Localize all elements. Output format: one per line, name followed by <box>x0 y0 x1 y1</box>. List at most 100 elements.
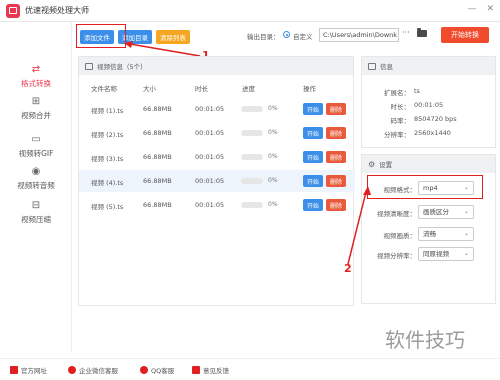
row-delete-button[interactable]: 删除 <box>326 175 346 187</box>
settings-panel-header: ⚙ 设置 <box>362 155 495 173</box>
progress-percent: 0% <box>268 105 278 112</box>
file-list-panel: 视频信息（5个） 文件名称 大小 时长 进度 操作 视频 (1).ts 66.8… <box>78 56 355 306</box>
info-panel-header: 信息 <box>362 57 495 75</box>
info-panel-title: 信息 <box>380 63 393 71</box>
video-quality-select[interactable]: 画质区分 ⌄ <box>418 205 474 219</box>
file-duration: 00:01:05 <box>195 105 225 113</box>
sidebar-item-gif[interactable]: ▭ 视频转GIF <box>0 130 72 164</box>
audio-icon: ◉ <box>31 166 41 177</box>
settings-panel-title: 设置 <box>379 161 393 169</box>
file-name: 视频 (3).ts <box>91 155 124 163</box>
row-delete-button[interactable]: 删除 <box>326 127 346 139</box>
gif-icon: ▭ <box>31 134 41 145</box>
file-size: 66.88MB <box>143 129 172 137</box>
footer-label: 意见反馈 <box>203 367 229 375</box>
app-logo-icon <box>6 3 20 18</box>
minimize-icon[interactable]: — <box>467 4 476 14</box>
custom-radio-label: 自定义 <box>293 33 313 41</box>
info-key: 时长： <box>390 103 411 111</box>
sidebar-item-label: 视频转GIF <box>18 149 54 158</box>
window-controls: — ✕ <box>467 4 494 14</box>
column-header-progress: 进度 <box>242 85 255 93</box>
select-value: 同原视频 <box>423 250 449 258</box>
footer-label: QQ客服 <box>151 367 175 375</box>
file-duration: 00:01:05 <box>195 153 225 161</box>
feedback-icon <box>192 366 200 374</box>
footer-label: 企业微信客服 <box>79 367 118 375</box>
folder-icon[interactable] <box>417 28 427 37</box>
progress-percent: 0% <box>268 129 278 136</box>
info-key: 分辨率： <box>384 131 410 139</box>
table-row[interactable]: 视频 (2).ts 66.88MB 00:01:05 0% 开始 删除 <box>79 122 355 144</box>
sidebar-item-label: 视频转音频 <box>17 181 55 190</box>
sidebar: ⇄ 格式转换 ⊞ 视频合并 ▭ 视频转GIF ◉ 视频转音频 ⊟ 视频压缩 <box>0 22 72 352</box>
footer-wechat-service[interactable]: 企业微信客服 <box>68 365 118 375</box>
annotation-box-2 <box>367 175 483 199</box>
table-row[interactable]: 视频 (3).ts 66.88MB 00:01:05 0% 开始 删除 <box>79 146 355 168</box>
sidebar-item-merge[interactable]: ⊞ 视频合并 <box>0 92 72 126</box>
file-duration: 00:01:05 <box>195 201 225 209</box>
progress-bar <box>241 178 263 184</box>
row-delete-button[interactable]: 删除 <box>326 199 346 211</box>
custom-radio[interactable] <box>283 31 290 38</box>
footer-label: 官方网址 <box>21 367 47 375</box>
column-header-name: 文件名称 <box>91 85 117 93</box>
chevron-down-icon: ⌄ <box>463 208 469 215</box>
close-icon[interactable]: ✕ <box>486 4 494 14</box>
file-duration: 00:01:05 <box>195 177 225 185</box>
file-name: 视频 (1).ts <box>91 107 124 115</box>
file-size: 66.88MB <box>143 153 172 161</box>
progress-percent: 0% <box>268 153 278 160</box>
qq-icon <box>140 366 148 374</box>
sidebar-item-label: 格式转换 <box>21 79 51 88</box>
sidebar-item-compress[interactable]: ⊟ 视频压缩 <box>0 196 72 230</box>
sidebar-item-label: 视频压缩 <box>21 215 51 224</box>
info-icon <box>368 62 376 70</box>
sidebar-item-audio[interactable]: ◉ 视频转音频 <box>0 162 72 196</box>
annotation-arrow-2 <box>347 186 371 265</box>
progress-bar <box>241 130 263 136</box>
chevron-down-icon: ⌄ <box>463 230 469 237</box>
row-start-button[interactable]: 开始 <box>303 199 323 211</box>
gear-icon: ⚙ <box>368 159 376 169</box>
video-picture-select[interactable]: 流畅 ⌄ <box>418 227 474 241</box>
row-delete-button[interactable]: 删除 <box>326 103 346 115</box>
table-row[interactable]: 视频 (4).ts 66.88MB 00:01:05 0% 开始 删除 <box>79 170 355 192</box>
info-value: 00:01:05 <box>414 101 444 109</box>
progress-bar <box>241 106 263 112</box>
select-value: 流畅 <box>423 230 436 238</box>
table-row[interactable]: 视频 (5).ts 66.88MB 00:01:05 0% 开始 删除 <box>79 194 355 216</box>
browse-button[interactable]: ··· <box>402 28 410 37</box>
chevron-down-icon: ⌄ <box>463 250 469 257</box>
row-start-button[interactable]: 开始 <box>303 127 323 139</box>
column-header-size: 大小 <box>143 85 156 93</box>
annotation-box-1 <box>76 24 126 48</box>
row-start-button[interactable]: 开始 <box>303 175 323 187</box>
footer-official-site[interactable]: 官方网址 <box>10 365 47 375</box>
home-icon <box>10 366 18 374</box>
table-row[interactable]: 视频 (1).ts 66.88MB 00:01:05 0% 开始 删除 <box>79 98 355 120</box>
file-duration: 00:01:05 <box>195 129 225 137</box>
output-path-input[interactable]: C:\Users\admin\Downk <box>319 28 399 42</box>
file-size: 66.88MB <box>143 177 172 185</box>
footer: 官方网址 企业微信客服 QQ客服 意见反馈 <box>0 358 500 380</box>
footer-feedback[interactable]: 意见反馈 <box>192 365 229 375</box>
sidebar-item-label: 视频合并 <box>21 111 51 120</box>
progress-bar <box>241 154 263 160</box>
info-value: 2560x1440 <box>414 129 451 137</box>
column-header-duration: 时长 <box>195 85 208 93</box>
file-name: 视频 (5).ts <box>91 203 124 211</box>
row-start-button[interactable]: 开始 <box>303 103 323 115</box>
app-title: 优速视频处理大师 <box>25 6 89 15</box>
progress-percent: 0% <box>268 201 278 208</box>
row-start-button[interactable]: 开始 <box>303 151 323 163</box>
file-name: 视频 (2).ts <box>91 131 124 139</box>
start-convert-button[interactable]: 开始转换 <box>441 27 489 43</box>
sidebar-item-format-convert[interactable]: ⇄ 格式转换 <box>0 60 72 94</box>
select-value: 画质区分 <box>423 208 449 216</box>
video-resolution-select[interactable]: 同原视频 ⌄ <box>418 247 474 261</box>
progress-percent: 0% <box>268 177 278 184</box>
footer-qq-service[interactable]: QQ客服 <box>140 365 174 375</box>
row-delete-button[interactable]: 删除 <box>326 151 346 163</box>
output-dir-label: 输出目录： <box>247 33 280 41</box>
